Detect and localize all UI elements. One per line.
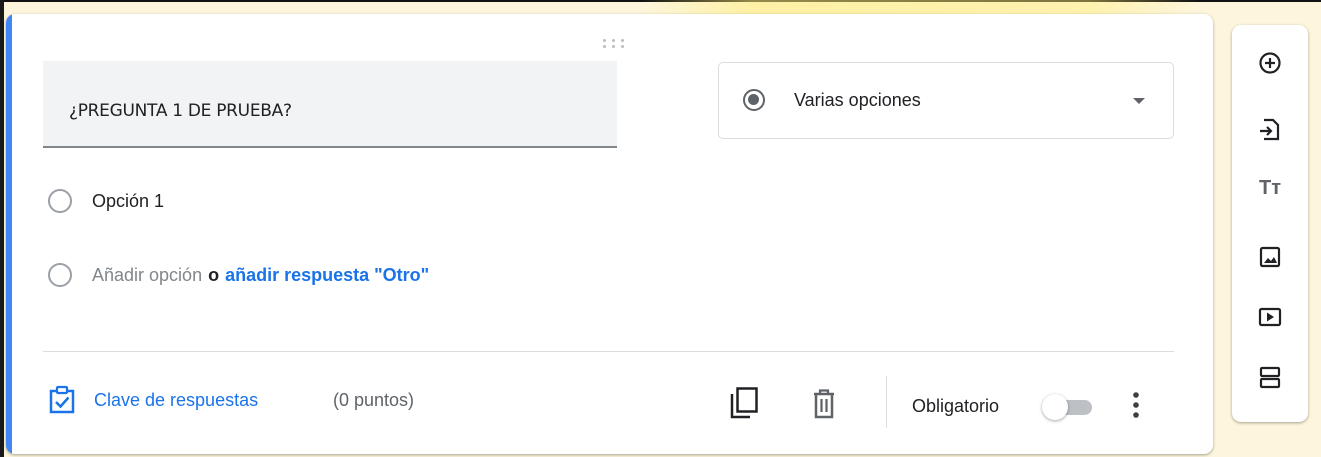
card-divider xyxy=(43,351,1174,352)
question-type-dropdown[interactable]: Varias opciones xyxy=(718,62,1174,139)
option-radio-icon xyxy=(48,189,72,213)
trash-icon xyxy=(814,389,834,419)
option-label[interactable]: Opción 1 xyxy=(92,191,164,212)
duplicate-button[interactable] xyxy=(729,387,759,419)
active-card-indicator xyxy=(6,14,12,454)
question-title-field[interactable]: ¿PREGUNTA 1 DE PRUEBA? xyxy=(43,61,617,148)
required-toggle[interactable] xyxy=(1042,394,1100,420)
screenshot-left-border xyxy=(0,0,4,457)
footer-separator xyxy=(886,376,887,428)
dropdown-arrow-icon xyxy=(1133,98,1145,104)
video-icon xyxy=(1258,307,1282,327)
add-option-separator: o xyxy=(208,265,220,285)
add-video-button[interactable] xyxy=(1252,299,1288,335)
add-option-button[interactable]: Añadir opción xyxy=(92,265,202,285)
delete-button[interactable] xyxy=(809,388,839,420)
add-circle-icon xyxy=(1259,52,1281,74)
question-title-text: ¿PREGUNTA 1 DE PRUEBA? xyxy=(69,101,292,121)
more-options-button[interactable] xyxy=(1126,388,1146,424)
title-icon[interactable]: Tт xyxy=(1252,170,1288,206)
more-vert-icon xyxy=(1133,392,1139,418)
image-icon xyxy=(1259,246,1281,268)
answer-key-label: Clave de respuestas xyxy=(94,390,259,410)
required-label: Obligatorio xyxy=(912,396,1000,416)
section-icon xyxy=(1259,366,1281,389)
add-section-button[interactable] xyxy=(1252,359,1288,395)
import-icon xyxy=(1260,118,1280,141)
points-text: (0 puntos) xyxy=(333,390,415,410)
question-type-label: Varias opciones xyxy=(794,90,921,110)
option-radio-icon xyxy=(48,263,72,287)
add-question-button[interactable] xyxy=(1252,45,1288,81)
add-other-link[interactable]: añadir respuesta "Otro" xyxy=(225,265,429,285)
drag-handle-icon[interactable] xyxy=(601,37,627,49)
question-card[interactable]: ¿PREGUNTA 1 DE PRUEBA? Varias opciones O… xyxy=(6,14,1213,454)
import-questions-button[interactable] xyxy=(1252,111,1288,147)
answer-key-icon xyxy=(48,385,76,415)
radio-button-icon xyxy=(743,89,765,111)
add-image-button[interactable] xyxy=(1252,239,1288,275)
floating-toolbar: Tт xyxy=(1232,25,1308,422)
copy-icon xyxy=(730,387,758,419)
toggle-thumb xyxy=(1042,394,1068,420)
